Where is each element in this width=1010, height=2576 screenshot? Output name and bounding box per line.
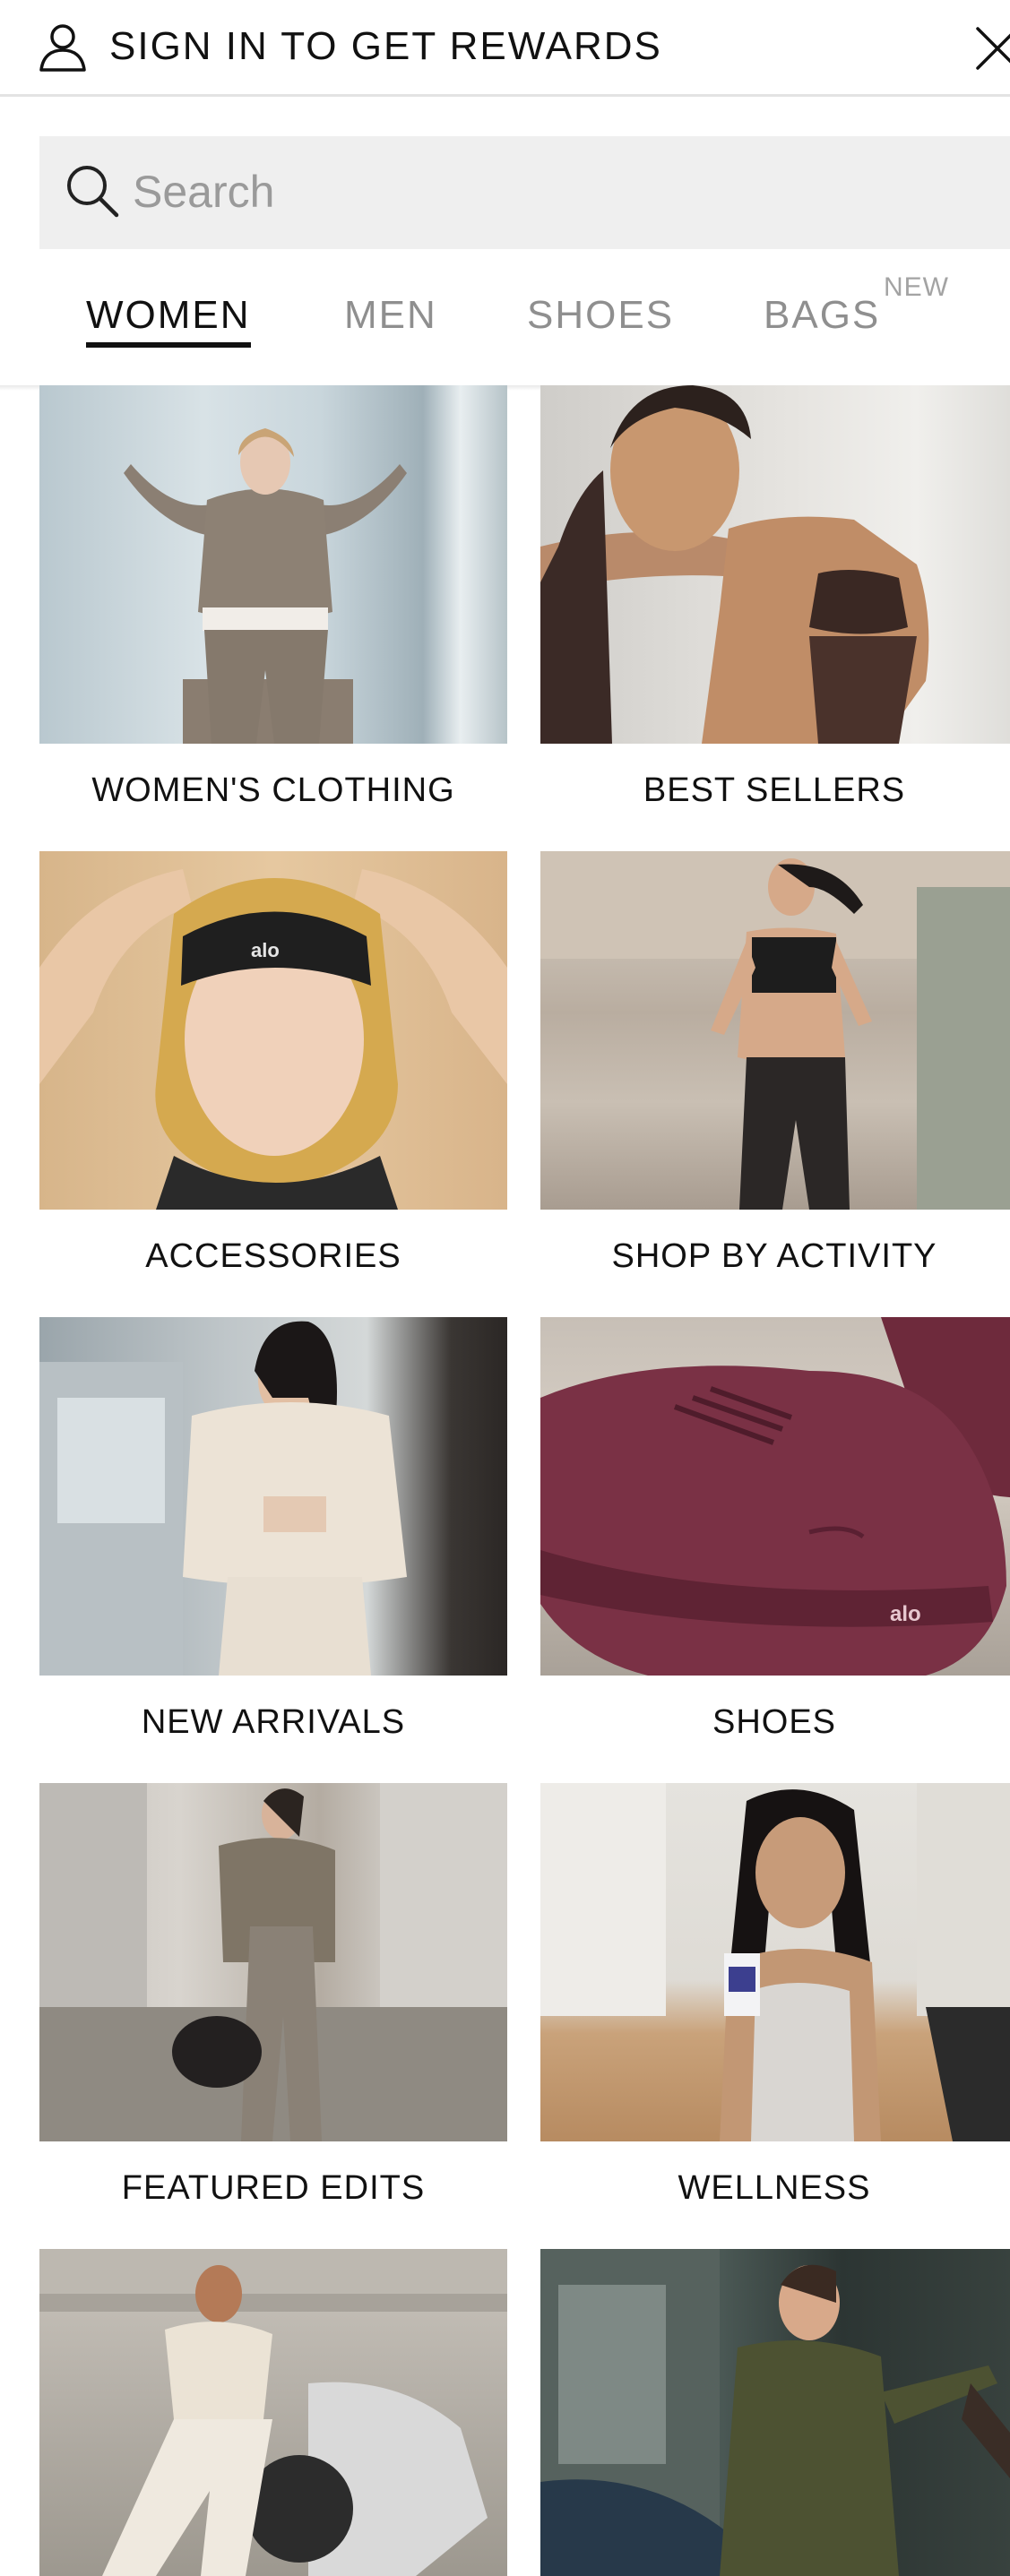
- featured-edits-image: [39, 1783, 507, 2141]
- womens-clothing-image: [39, 385, 507, 744]
- category-label: SHOES: [712, 1703, 837, 1741]
- accessories-image: alo: [39, 851, 507, 1210]
- brand-logo: alo: [890, 1602, 921, 1626]
- shop-by-activity-image: [540, 851, 1010, 1210]
- category-image: [540, 2249, 1010, 2576]
- category-label: BEST SELLERS: [643, 771, 906, 809]
- new-arrivals-image: [39, 1317, 507, 1676]
- category-label: SHOP BY ACTIVITY: [611, 1237, 937, 1275]
- category-label: ACCESSORIES: [145, 1237, 401, 1275]
- category-label: NEW ARRIVALS: [141, 1703, 406, 1741]
- category-image: [39, 2249, 507, 2576]
- category-label: FEATURED EDITS: [121, 2169, 426, 2207]
- category-grid: WOMEN'S CLOTHING BEST SELLERS alo ACCESS…: [0, 0, 1010, 2576]
- category-label: WELLNESS: [678, 2169, 871, 2207]
- brand-logo: alo: [251, 939, 280, 961]
- shoes-image: alo: [540, 1317, 1010, 1676]
- wellness-image: [540, 1783, 1010, 2141]
- best-sellers-image: [540, 385, 1010, 744]
- category-label: WOMEN'S CLOTHING: [91, 771, 455, 809]
